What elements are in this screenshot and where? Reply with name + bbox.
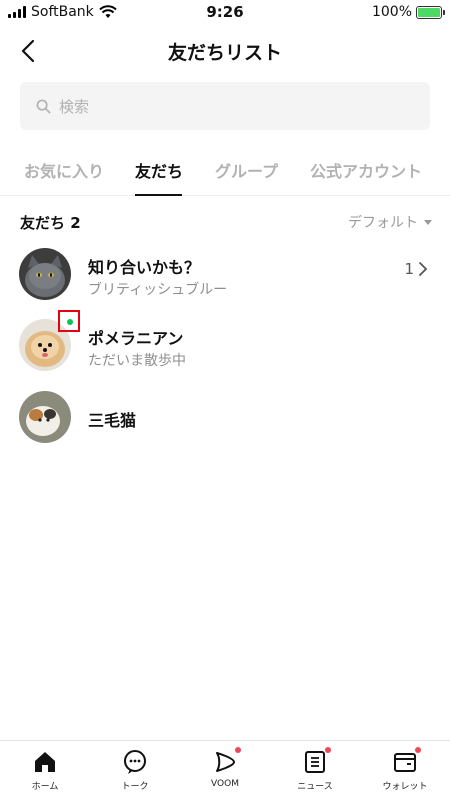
nav-label: ホーム [31,782,59,792]
tab-bar: お気に入り 友だち グループ 公式アカウント [0,150,450,196]
page-title: 友だちリスト [167,42,282,64]
section-title: 友だち 2 [20,214,81,232]
battery-percent: 100% [371,4,412,20]
friend-row[interactable]: 三毛猫 [0,385,450,449]
nav-label: トーク [121,782,149,792]
nav-wallet[interactable]: ウォレット [360,747,450,792]
friend-name: 知り合いかも？ [88,258,201,277]
header: 友だちリスト [0,28,450,74]
nav-label: VOOM [211,779,239,789]
status-bar-right: 100% [371,4,445,20]
friend-row[interactable]: 知り合いかも？ ブリティッシュブルー 1 [0,242,450,306]
count-value: 1 [404,260,414,278]
avatar-calico-cat [19,391,71,443]
nav-talk[interactable]: トーク [90,749,180,792]
notification-badge [415,747,421,753]
news-icon [302,747,331,775]
home-icon [32,749,58,775]
nav-label: ニュース [297,782,333,792]
tab-official-accounts[interactable]: 公式アカウント [310,158,422,182]
battery-icon [416,5,445,19]
notification-badge [235,747,241,753]
search-icon [36,99,51,113]
tab-groups[interactable]: グループ [215,158,278,182]
tab-favorites[interactable]: お気に入り [24,158,104,182]
friend-status: ただいま散歩中 [88,353,186,369]
wallet-icon [392,747,421,775]
search-placeholder: 検索 [59,97,90,116]
friend-status: ブリティッシュブルー [88,282,228,298]
sort-label: デフォルト [348,215,418,231]
notification-badge [325,747,331,753]
avatar-british-blue-cat [19,248,71,300]
nav-home[interactable]: ホーム [0,749,90,792]
friend-count: 1 [404,260,428,278]
status-bar: SoftBank 9:26 100% [0,0,450,26]
caret-down-icon [424,219,432,225]
nav-news[interactable]: ニュース [270,747,360,792]
tab-friends[interactable]: 友だち [135,158,183,182]
chat-icon [122,749,148,775]
bottom-navigation: ホーム トーク VOOM ニュース ウォレット [0,740,450,800]
nav-voom[interactable]: VOOM [180,747,270,789]
friend-name: ポメラニアン [88,329,184,348]
online-indicator-highlight [58,310,80,332]
search-input[interactable]: 検索 [20,82,430,130]
chevron-right-icon [419,262,428,276]
friend-name: 三毛猫 [88,411,137,430]
online-status-icon [67,319,73,325]
sort-dropdown[interactable]: デフォルト [348,212,432,232]
voom-icon [212,747,241,775]
nav-label: ウォレット [382,782,428,792]
active-tab-indicator [135,194,182,196]
